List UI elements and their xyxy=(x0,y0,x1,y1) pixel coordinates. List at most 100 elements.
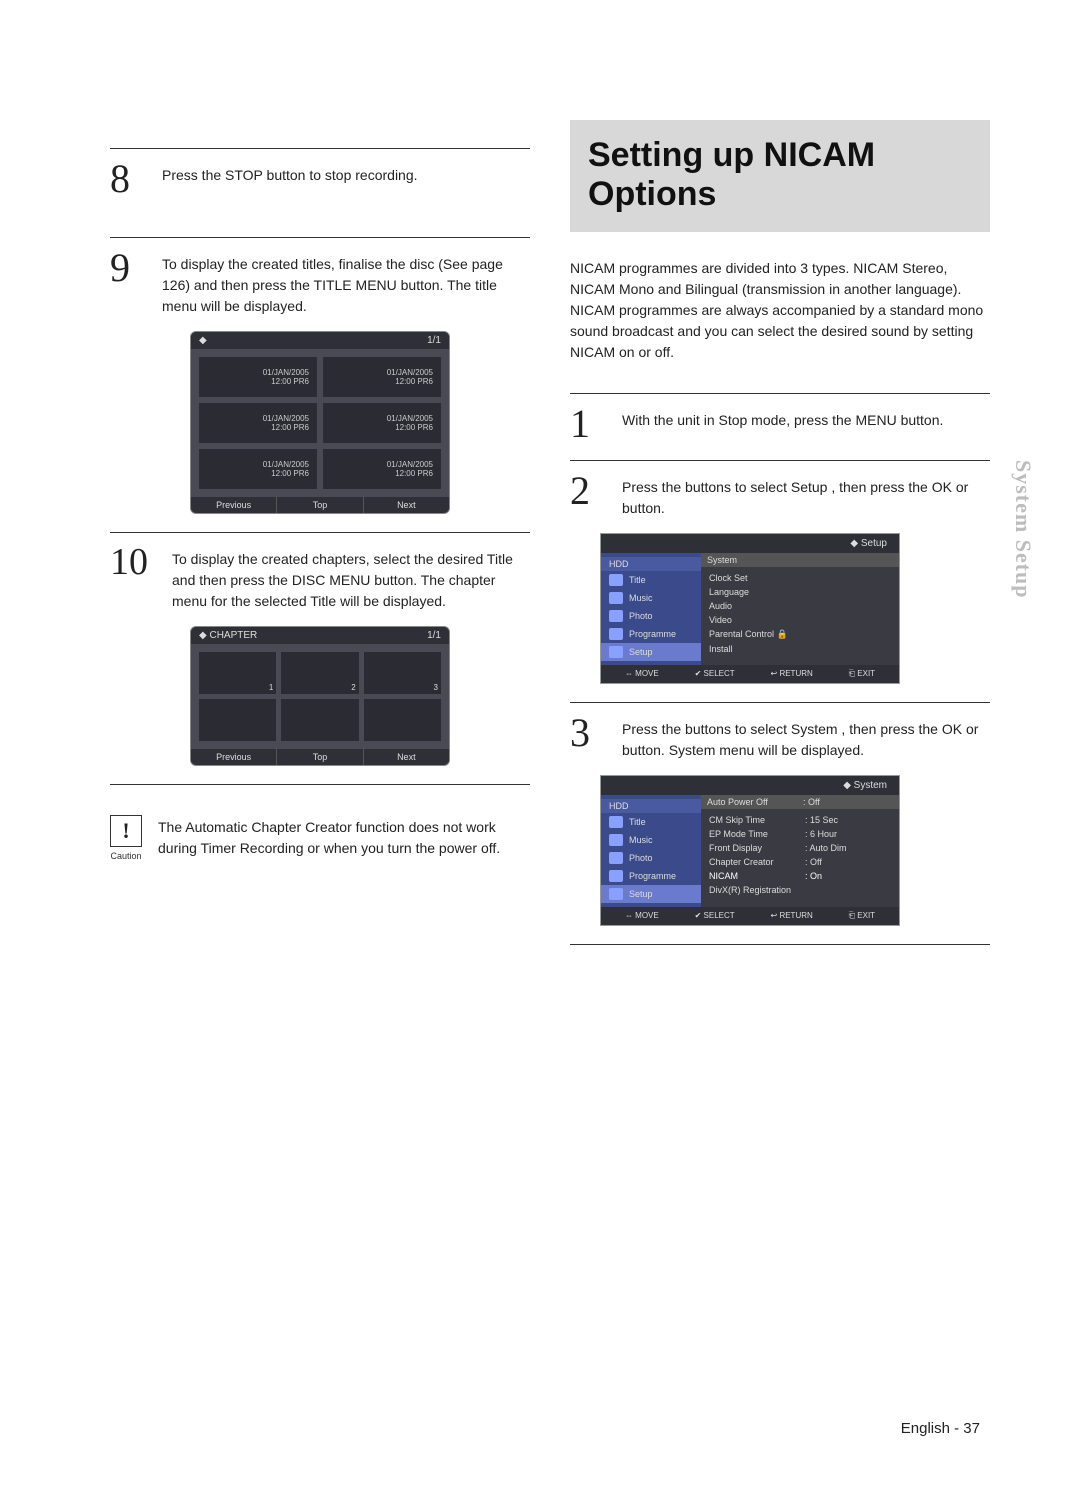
osd-prev-button: Previous xyxy=(191,497,277,513)
osd-sidebar-item: Music xyxy=(601,831,701,849)
divider xyxy=(110,237,530,238)
page-content: 8 Press the STOP button to stop recordin… xyxy=(110,120,990,957)
osd-option: Video xyxy=(709,613,891,627)
left-column: 8 Press the STOP button to stop recordin… xyxy=(110,120,530,957)
osd-option: Clock Set xyxy=(709,571,891,585)
caution-badge: ! Caution xyxy=(110,815,142,861)
osd-footer: Previous Top Next xyxy=(191,497,449,513)
caution-icon: ! xyxy=(110,815,142,847)
osd-cell-time: 12:00 PR6 xyxy=(271,377,309,386)
osd-cell-date: 01/JAN/2005 xyxy=(387,414,433,423)
programme-icon xyxy=(609,628,623,640)
step-number: 2 xyxy=(570,473,612,519)
step-text: Press the buttons to select Setup , then… xyxy=(622,473,990,519)
divider xyxy=(110,532,530,533)
intro-paragraph: NICAM programmes are divided into 3 type… xyxy=(570,258,990,363)
osd-header-right: 1/1 xyxy=(427,630,441,641)
osd-option-row: Chapter Creator: Off xyxy=(709,855,891,869)
osd-sidebar-label: Setup xyxy=(629,647,653,657)
osd-chapter-thumb xyxy=(364,699,441,741)
osd-prev-button: Previous xyxy=(191,749,277,765)
step-number: 1 xyxy=(570,406,612,442)
osd-title-cell: 01/JAN/2005 12:00 PR6 xyxy=(199,357,317,397)
opt-val: : 15 Sec xyxy=(805,815,838,825)
osd-chapter-menu: ◆ CHAPTER 1/1 1 2 3 Previous Top Next xyxy=(190,626,450,766)
section-title-block: Setting up NICAM Options xyxy=(570,120,990,232)
osd-sidebar-item: Title xyxy=(601,571,701,589)
osd-option: Language xyxy=(709,585,891,599)
osd-hint-bar: ⇔ MOVE ✔ SELECT ↩ RETURN ⎗ EXIT xyxy=(601,665,899,683)
opt-key: Front Display xyxy=(709,843,799,853)
osd-header-left: ◆ CHAPTER xyxy=(199,630,257,641)
opt-val: : Off xyxy=(803,797,820,807)
osd-system-title: ◆ System xyxy=(601,776,899,795)
osd-sidebar-label: Setup xyxy=(629,889,653,899)
osd-chapter-thumb: 3 xyxy=(364,652,441,694)
divider xyxy=(570,393,990,394)
right-column: Setting up NICAM Options NICAM programme… xyxy=(570,120,990,957)
photo-icon xyxy=(609,852,623,864)
osd-sidebar-item: Programme xyxy=(601,625,701,643)
osd-title-cell: 01/JAN/2005 12:00 PR6 xyxy=(323,357,441,397)
step-text: With the unit in Stop mode, press the ME… xyxy=(622,406,943,442)
step-3: 3 Press the buttons to select System , t… xyxy=(570,715,990,761)
osd-chapter-thumb: 1 xyxy=(199,652,276,694)
osd-sidebar-label: Programme xyxy=(629,629,676,639)
hint-select: ✔ SELECT xyxy=(695,911,735,921)
photo-icon xyxy=(609,610,623,622)
osd-system-sidebar: HDD Title Music Photo Programme Setup xyxy=(601,795,701,907)
osd-sidebar-label: Photo xyxy=(629,853,653,863)
osd-header-right: 1/1 xyxy=(427,335,441,346)
opt-key: Chapter Creator xyxy=(709,857,799,867)
step-2: 2 Press the buttons to select Setup , th… xyxy=(570,473,990,519)
thumb-index: 2 xyxy=(351,683,355,692)
osd-title-cell: 01/JAN/2005 12:00 PR6 xyxy=(199,449,317,489)
osd-cell-date: 01/JAN/2005 xyxy=(263,460,309,469)
osd-sidebar-label: Music xyxy=(629,593,653,603)
osd-sidebar-header: HDD xyxy=(601,799,701,813)
opt-key: DivX(R) Registration xyxy=(709,885,799,895)
step-text: To display the created chapters, select … xyxy=(172,545,530,612)
opt-val: : Auto Dim xyxy=(805,843,847,853)
osd-option: Audio xyxy=(709,599,891,613)
osd-sidebar-item-selected: Setup xyxy=(601,643,701,661)
osd-option-row: EP Mode Time : 6 Hour xyxy=(709,827,891,841)
title-icon xyxy=(609,574,623,586)
step-text: Press the STOP button to stop recording. xyxy=(162,161,418,197)
hint-select: ✔ SELECT xyxy=(695,669,735,679)
osd-header: ◆ 1/1 xyxy=(191,332,449,349)
setup-icon xyxy=(609,888,623,900)
osd-chapter-grid: 1 2 3 xyxy=(191,644,449,749)
opt-key: EP Mode Time xyxy=(709,829,799,839)
hint-return: ↩ RETURN xyxy=(771,669,813,679)
osd-cell-time: 12:00 PR6 xyxy=(271,423,309,432)
osd-hint-bar: ⇔ MOVE ✔ SELECT ↩ RETURN ⎗ EXIT xyxy=(601,907,899,925)
step-number: 8 xyxy=(110,161,152,197)
title-icon xyxy=(609,816,623,828)
music-icon xyxy=(609,592,623,604)
caution-label: Caution xyxy=(110,851,141,861)
step-number: 9 xyxy=(110,250,152,317)
divider xyxy=(570,702,990,703)
osd-option-row: Front Display : Auto Dim xyxy=(709,841,891,855)
step-10: 10 To display the created chapters, sele… xyxy=(110,545,530,612)
osd-chapter-thumb xyxy=(199,699,276,741)
step-text: Press the buttons to select System , the… xyxy=(622,715,990,761)
opt-val: : 6 Hour xyxy=(805,829,837,839)
osd-sidebar-label: Music xyxy=(629,835,653,845)
osd-top-button: Top xyxy=(277,749,363,765)
osd-sidebar-label: Title xyxy=(629,817,646,827)
programme-icon xyxy=(609,870,623,882)
osd-header-left: ◆ xyxy=(199,335,207,346)
osd-next-button: Next xyxy=(364,749,449,765)
step-number: 10 xyxy=(110,545,162,612)
osd-sidebar-item: Music xyxy=(601,589,701,607)
caution-text: The Automatic Chapter Creator function d… xyxy=(158,815,530,861)
osd-title-menu: ◆ 1/1 01/JAN/2005 12:00 PR6 01/JAN/2005 … xyxy=(190,331,450,514)
osd-cell-date: 01/JAN/2005 xyxy=(263,414,309,423)
section-title: Setting up NICAM Options xyxy=(588,136,972,214)
divider xyxy=(110,784,530,785)
osd-top-button: Top xyxy=(277,497,363,513)
osd-cell-date: 01/JAN/2005 xyxy=(263,368,309,377)
opt-val: : On xyxy=(805,871,822,881)
